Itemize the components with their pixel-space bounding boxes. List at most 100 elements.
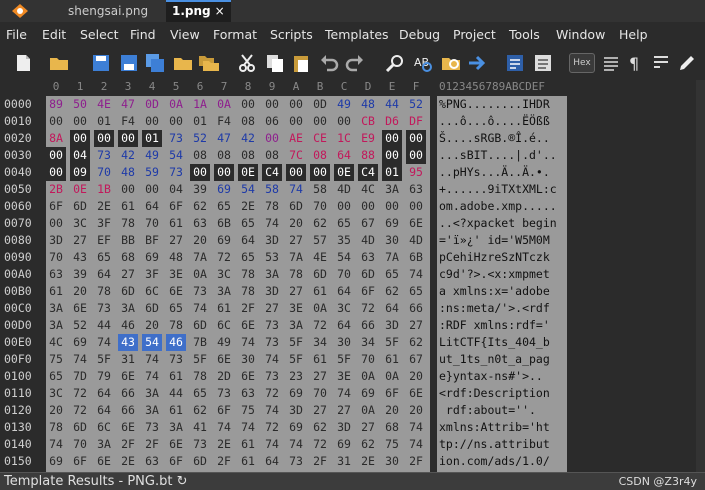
save-all-icon[interactable] (144, 52, 166, 74)
hex-byte[interactable]: 63 (46, 266, 66, 283)
hex-byte[interactable]: 54 (166, 147, 186, 164)
ascii-row[interactable]: tp://ns.attribut (437, 436, 567, 453)
hex-byte[interactable]: 00 (166, 113, 186, 130)
hex-byte[interactable]: 3A (214, 283, 234, 300)
hex-byte[interactable]: 0E (334, 164, 354, 181)
menu-scripts[interactable]: Scripts (270, 24, 313, 46)
hex-byte[interactable]: 4C (46, 334, 66, 351)
hex-byte[interactable]: 5F (334, 351, 354, 368)
hex-byte[interactable]: 74 (406, 419, 426, 436)
hex-byte[interactable]: 2E (94, 198, 114, 215)
hex-byte[interactable]: 2D (214, 368, 234, 385)
hex-byte[interactable]: 72 (310, 317, 330, 334)
hex-byte[interactable]: 3A (46, 317, 66, 334)
hex-byte[interactable]: 3A (166, 419, 186, 436)
hex-byte[interactable]: 00 (118, 130, 138, 147)
hex-byte[interactable]: 75 (238, 402, 258, 419)
hex-byte[interactable]: 57 (310, 232, 330, 249)
hex-byte[interactable]: 20 (382, 402, 402, 419)
hex-byte[interactable]: 74 (190, 300, 210, 317)
hex-byte[interactable]: 69 (334, 436, 354, 453)
hex-byte[interactable]: 74 (262, 351, 282, 368)
hex-byte[interactable]: 79 (94, 368, 114, 385)
hex-byte[interactable]: 7A (382, 249, 402, 266)
hex-byte[interactable]: 78 (238, 283, 258, 300)
hex-byte[interactable]: 20 (286, 215, 306, 232)
hex-byte[interactable]: 44 (94, 317, 114, 334)
hex-byte[interactable]: 64 (334, 283, 354, 300)
hex-byte[interactable]: 74 (406, 436, 426, 453)
hex-byte[interactable]: 7A (286, 249, 306, 266)
hex-byte[interactable]: 48 (358, 96, 378, 113)
hex-byte[interactable]: 6D (70, 198, 90, 215)
hex-byte[interactable]: 72 (358, 300, 378, 317)
hex-byte[interactable]: 65 (406, 283, 426, 300)
hex-byte[interactable]: 73 (142, 419, 162, 436)
hex-byte[interactable]: 64 (94, 402, 114, 419)
hex-byte[interactable]: 63 (142, 453, 162, 470)
hex-byte[interactable]: 65 (238, 215, 258, 232)
hex-byte[interactable]: 78 (262, 198, 282, 215)
hex-byte[interactable]: 70 (358, 351, 378, 368)
hex-byte[interactable]: 01 (190, 113, 210, 130)
hex-byte[interactable]: 6D (358, 266, 378, 283)
hex-byte[interactable]: 74 (334, 385, 354, 402)
hex-byte[interactable]: 61 (310, 283, 330, 300)
hex-byte[interactable]: 27 (70, 232, 90, 249)
hex-byte[interactable]: 5F (190, 351, 210, 368)
folders-icon[interactable] (198, 52, 220, 74)
copy-icon[interactable] (264, 52, 286, 74)
hex-byte[interactable]: 72 (214, 249, 234, 266)
hex-byte[interactable]: 6E (166, 436, 186, 453)
hex-byte[interactable]: 95 (406, 164, 426, 181)
hex-byte[interactable]: 31 (334, 453, 354, 470)
hex-byte[interactable]: 6D (286, 198, 306, 215)
hex-byte[interactable]: 6E (70, 300, 90, 317)
hex-byte[interactable]: 70 (334, 266, 354, 283)
menu-window[interactable]: Window (556, 24, 605, 46)
menu-file[interactable]: File (6, 24, 27, 46)
hex-byte[interactable]: 6E (214, 351, 234, 368)
hex-byte[interactable]: 5F (286, 351, 306, 368)
hex-byte[interactable]: 3C (214, 266, 234, 283)
hex-byte[interactable]: 00 (190, 164, 210, 181)
hex-byte[interactable]: 6F (46, 198, 66, 215)
hex-byte[interactable]: 73 (166, 351, 186, 368)
hex-byte[interactable]: 3C (334, 300, 354, 317)
hex-byte[interactable]: 78 (238, 266, 258, 283)
hex-byte[interactable]: 63 (190, 215, 210, 232)
ascii-row[interactable]: ...ô...ô....ËÖßß (437, 113, 567, 130)
hex-byte[interactable]: 88 (358, 147, 378, 164)
hex-byte[interactable]: 6D (190, 317, 210, 334)
save-as-icon[interactable] (118, 52, 140, 74)
hex-byte[interactable]: 52 (190, 130, 210, 147)
paragraph-icon[interactable]: ¶ (624, 52, 646, 74)
hex-byte[interactable]: 27 (406, 317, 426, 334)
hex-byte[interactable]: 4D (358, 232, 378, 249)
ascii-row[interactable]: ion.com/ads/1.0/ (437, 453, 567, 470)
hex-byte[interactable]: 00 (262, 130, 282, 147)
hex-byte[interactable]: 64 (262, 453, 282, 470)
hex-byte[interactable]: C4 (262, 164, 282, 181)
hex-byte[interactable]: 35 (334, 232, 354, 249)
hex-byte[interactable]: 5F (382, 334, 402, 351)
hex-byte[interactable]: 08 (190, 147, 210, 164)
hex-byte[interactable]: 66 (358, 317, 378, 334)
hex-byte[interactable]: 6F (70, 453, 90, 470)
hex-byte[interactable]: BF (142, 232, 162, 249)
hex-byte[interactable]: 49 (142, 147, 162, 164)
hex-byte[interactable]: 62 (310, 419, 330, 436)
hex-byte[interactable]: CB (358, 113, 378, 130)
hex-byte[interactable]: 74 (262, 402, 282, 419)
find-icon[interactable] (384, 52, 406, 74)
ascii-row[interactable]: +......9iTXtXML:c (437, 181, 567, 198)
hex-byte[interactable]: 20 (70, 283, 90, 300)
hex-byte[interactable]: 3A (142, 385, 162, 402)
menu-debug[interactable]: Debug (399, 24, 440, 46)
hex-byte[interactable]: 3D (46, 232, 66, 249)
hex-byte[interactable]: 69 (382, 215, 402, 232)
hex-byte[interactable]: 72 (262, 419, 282, 436)
hex-byte[interactable]: CE (310, 130, 330, 147)
hex-byte[interactable]: 74 (286, 181, 306, 198)
hex-byte[interactable]: 00 (310, 164, 330, 181)
